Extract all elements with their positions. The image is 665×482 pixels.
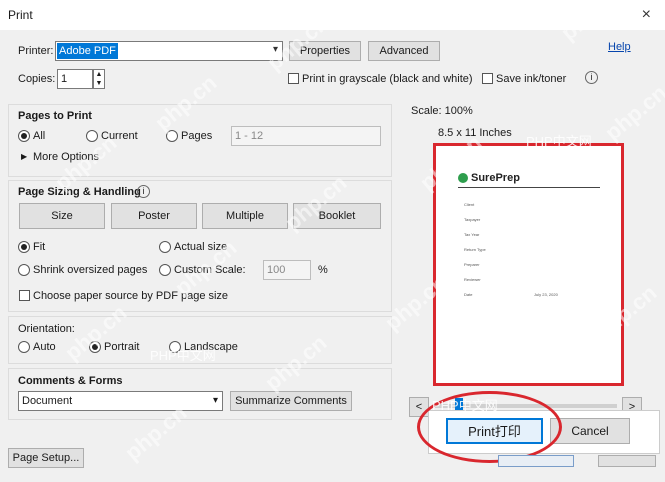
current-page-radio[interactable] xyxy=(86,130,98,142)
page-sizing-group: Page Sizing & Handling i Size Poster Mul… xyxy=(8,180,392,312)
triangle-right-icon[interactable]: ▶ xyxy=(21,152,27,161)
grayscale-label: Print in grayscale (black and white) xyxy=(302,73,473,85)
save-ink-label: Save ink/toner xyxy=(496,73,567,85)
page-range-label: Pages xyxy=(181,130,213,142)
actual-size-radio[interactable] xyxy=(159,241,171,253)
printer-select-value: Adobe PDF xyxy=(57,43,118,59)
sizing-group-title: Page Sizing & Handling xyxy=(18,186,141,198)
pages-to-print-group: Pages to Print All Current Pages 1 - 12 … xyxy=(8,104,392,177)
sizing-tabs: Size Poster Multiple Booklet xyxy=(19,203,381,229)
shrink-radio[interactable] xyxy=(18,264,30,276)
grayscale-checkbox[interactable] xyxy=(288,73,299,84)
tab-multiple[interactable]: Multiple xyxy=(202,203,288,229)
preview-rule xyxy=(458,187,600,188)
window-title: Print xyxy=(8,8,33,22)
orientation-title: Orientation: xyxy=(18,323,75,335)
copies-stepper[interactable]: ▲ ▼ xyxy=(93,69,105,89)
watermark: PHP中文网 xyxy=(526,134,592,149)
advanced-button[interactable]: Advanced xyxy=(368,41,440,61)
page-setup-button[interactable]: Page Setup... xyxy=(8,448,84,468)
cancel-button[interactable]: Cancel xyxy=(550,418,630,444)
sureprep-logo-text: SurePrep xyxy=(471,172,520,184)
chevron-down-icon: ▾ xyxy=(212,395,218,406)
close-icon[interactable]: × xyxy=(642,6,651,24)
portrait-label: Portrait xyxy=(104,341,140,353)
partial-button xyxy=(498,455,574,467)
tab-booklet[interactable]: Booklet xyxy=(293,203,381,229)
paper-source-checkbox[interactable] xyxy=(19,290,30,301)
partial-button xyxy=(598,455,656,467)
scale-readout: Scale: 100% xyxy=(411,105,473,117)
preview-field-row: Taxpayer xyxy=(464,217,481,222)
pages-group-title: Pages to Print xyxy=(18,110,92,122)
printer-select[interactable]: Adobe PDF ▾ xyxy=(55,41,283,61)
sureprep-logo-mark xyxy=(458,173,468,183)
save-ink-checkbox[interactable] xyxy=(482,73,493,84)
printer-label: Printer: xyxy=(18,45,54,57)
portrait-radio[interactable] xyxy=(89,341,101,353)
custom-scale-radio[interactable] xyxy=(159,264,171,276)
preview-fields: Client Taxpayer Tax Year Return Type Pre… xyxy=(464,202,604,307)
preview-field-row: Return Type xyxy=(464,247,486,252)
watermark: php.cn xyxy=(600,79,665,146)
chevron-down-icon: ▾ xyxy=(272,44,278,55)
copies-field[interactable]: 1 xyxy=(57,69,93,89)
tab-size[interactable]: Size xyxy=(19,203,105,229)
fit-radio[interactable] xyxy=(18,241,30,253)
comments-select-value: Document xyxy=(22,395,73,407)
paper-size-readout: 8.5 x 11 Inches xyxy=(438,127,512,139)
fit-label: Fit xyxy=(33,241,46,253)
custom-scale-field[interactable]: 100 xyxy=(263,260,311,280)
page-range-field[interactable]: 1 - 12 xyxy=(231,126,381,146)
actual-size-label: Actual size xyxy=(174,241,228,253)
summarize-comments-button[interactable]: Summarize Comments xyxy=(230,391,352,411)
preview-field-row: Client xyxy=(464,202,475,207)
watermark: PHP中文网 xyxy=(432,398,498,413)
comments-forms-group: Comments & Forms Document ▾ Summarize Co… xyxy=(8,368,392,420)
watermark: PHP中文网 xyxy=(150,348,216,363)
print-dialog: Print × Printer: Adobe PDF ▾ Properties … xyxy=(0,0,665,482)
preview-field-row: Tax Year xyxy=(464,232,480,237)
page-preview: SurePrep Client Taxpayer Tax Year Return… xyxy=(433,143,624,386)
copies-label: Copies: xyxy=(18,73,56,85)
info-icon[interactable]: i xyxy=(137,185,150,198)
shrink-label: Shrink oversized pages xyxy=(33,264,148,276)
tab-poster[interactable]: Poster xyxy=(111,203,197,229)
title-bar: Print × xyxy=(0,0,665,30)
percent-label: % xyxy=(318,264,328,276)
more-options-toggle[interactable]: More Options xyxy=(33,151,99,163)
info-icon[interactable]: i xyxy=(585,71,598,84)
paper-source-label: Choose paper source by PDF page size xyxy=(33,290,229,302)
all-pages-label: All xyxy=(33,130,46,142)
help-link[interactable]: Help xyxy=(608,41,631,53)
preview-field-row: Date July 23, 2020 xyxy=(464,292,558,297)
preview-field-row: Preparer xyxy=(464,262,480,267)
properties-button[interactable]: Properties xyxy=(289,41,361,61)
all-pages-radio[interactable] xyxy=(18,130,30,142)
preview-field-row: Reviewer xyxy=(464,277,481,282)
auto-orientation-radio[interactable] xyxy=(18,341,30,353)
custom-scale-label: Custom Scale: xyxy=(174,264,246,276)
comments-group-title: Comments & Forms xyxy=(18,375,123,387)
comments-select[interactable]: Document ▾ xyxy=(18,391,223,411)
auto-orientation-label: Auto xyxy=(33,341,56,353)
current-page-label: Current xyxy=(101,130,138,142)
page-range-radio[interactable] xyxy=(166,130,178,142)
